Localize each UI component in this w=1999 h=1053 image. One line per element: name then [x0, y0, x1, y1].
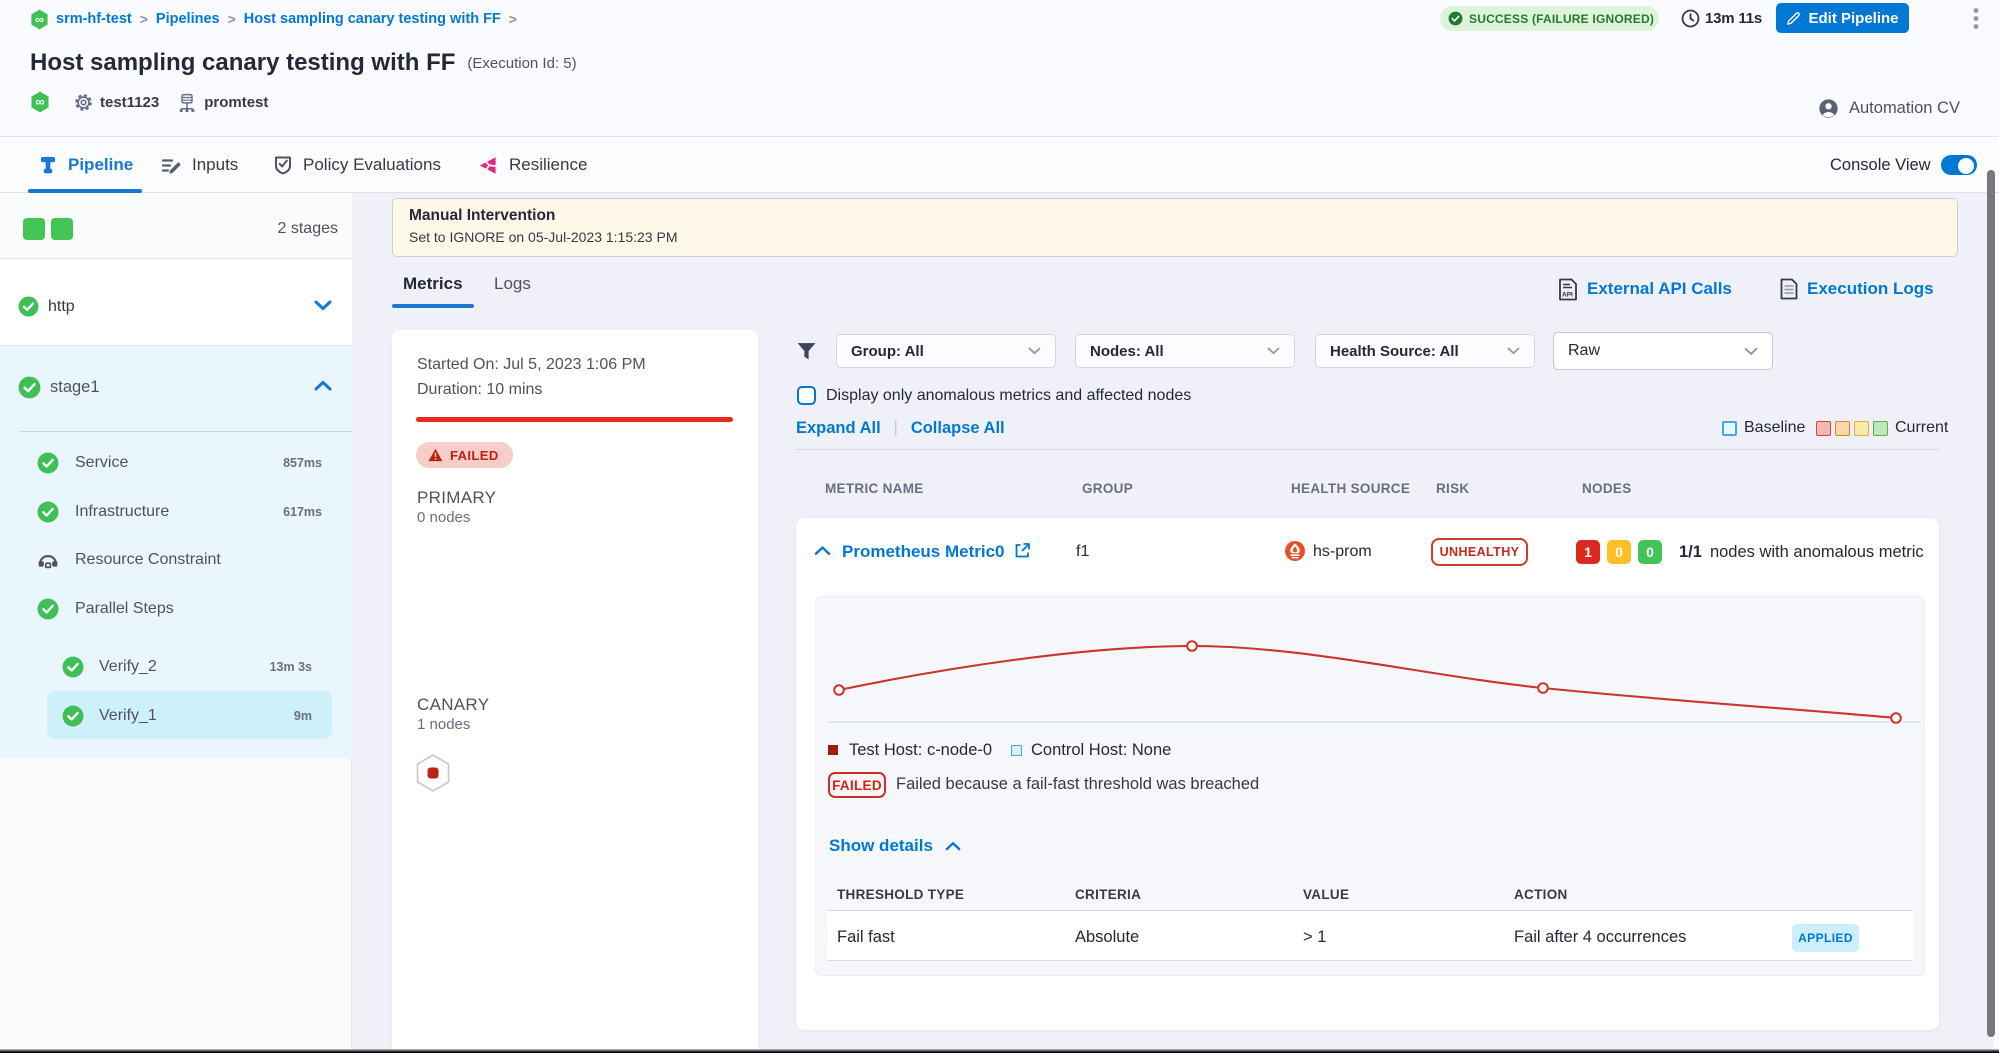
svg-text:API: API	[1562, 291, 1573, 298]
svg-text:∞: ∞	[35, 94, 44, 109]
svg-text:∞: ∞	[35, 12, 44, 26]
